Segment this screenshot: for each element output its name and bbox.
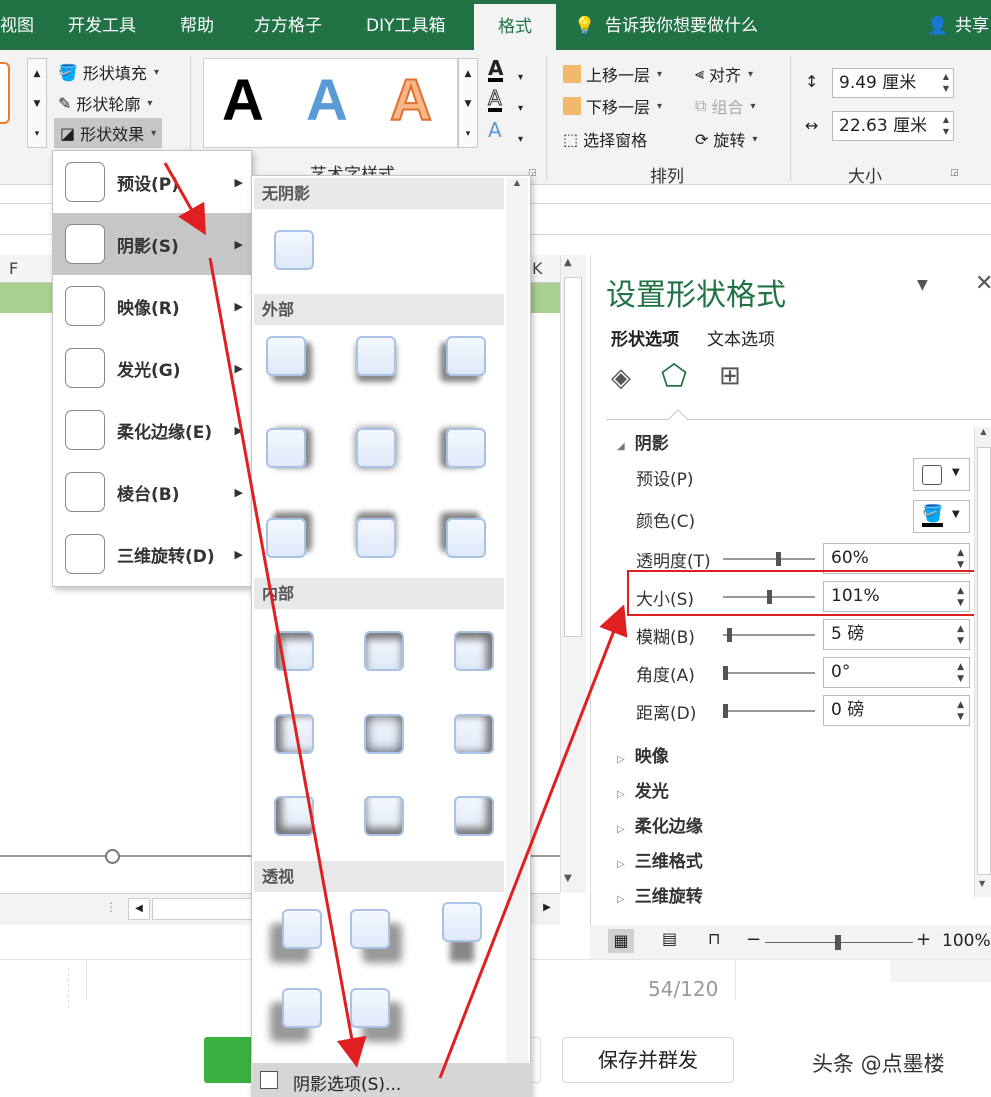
arrow-to-options xyxy=(208,257,367,1068)
arrow-to-shadow xyxy=(163,162,206,236)
arrow-to-size xyxy=(438,604,628,1079)
annotation-arrows xyxy=(163,162,628,1079)
